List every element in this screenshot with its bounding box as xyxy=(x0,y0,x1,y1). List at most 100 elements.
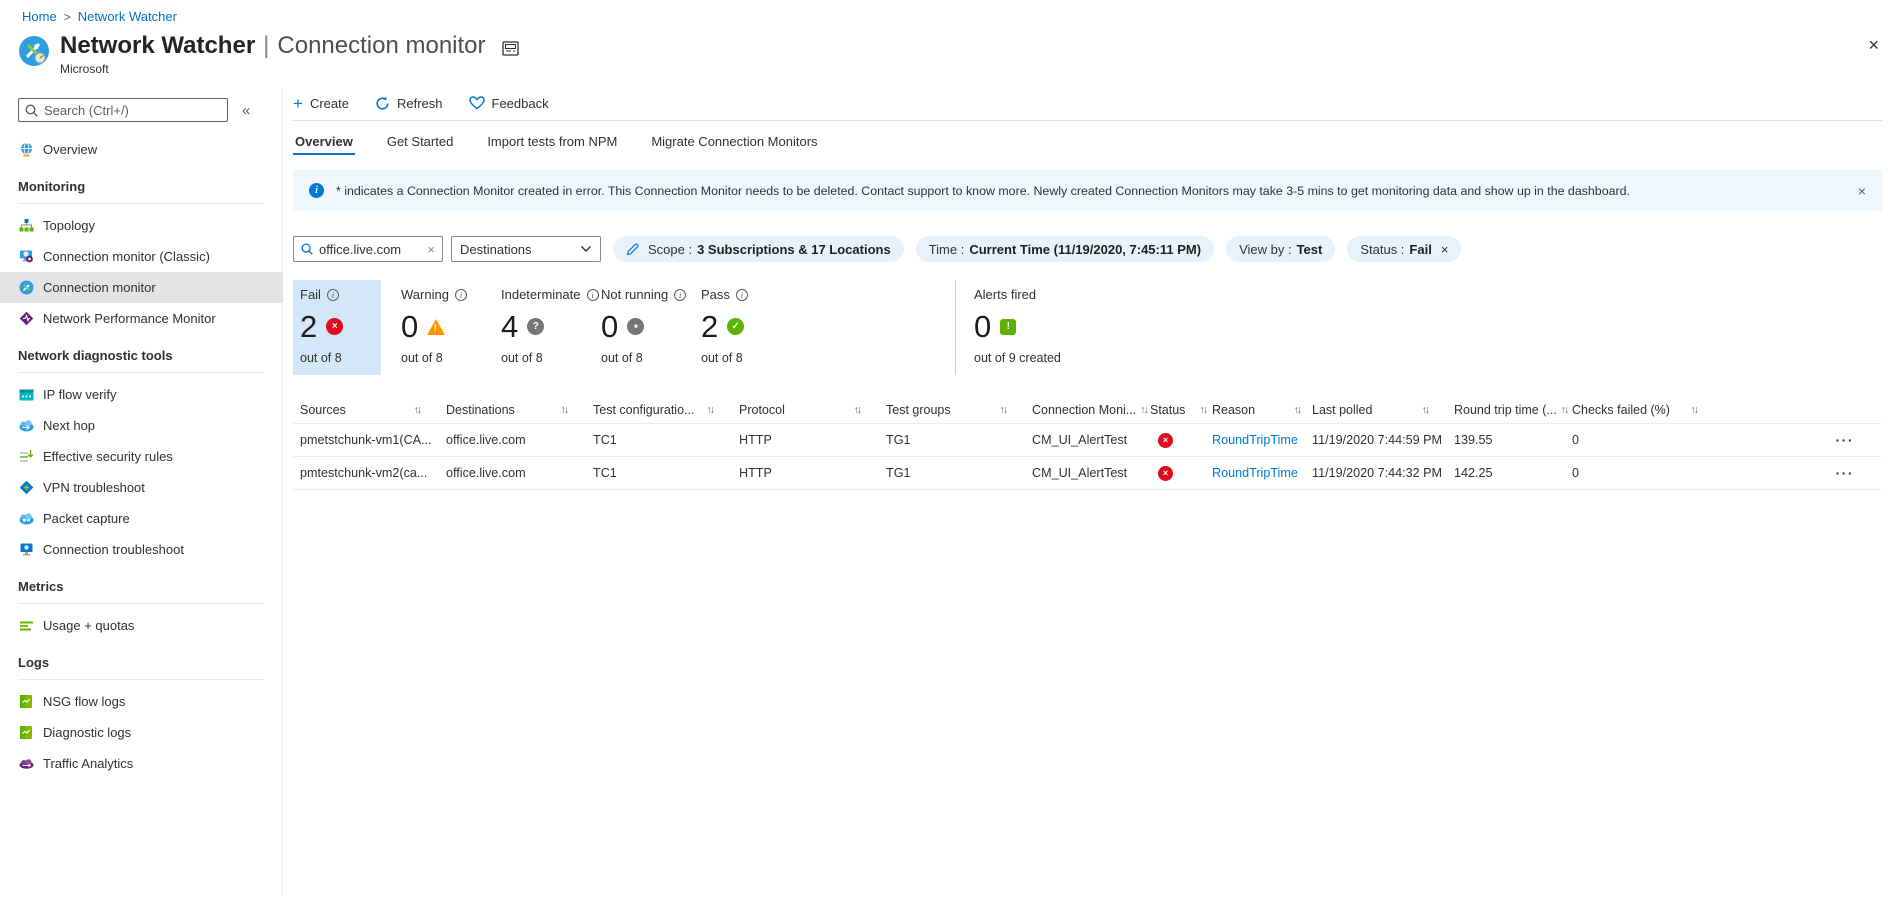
sidebar-item-traffic-analytics[interactable]: Traffic Analytics xyxy=(18,748,282,779)
refresh-button[interactable]: Refresh xyxy=(375,96,443,111)
connection-monitor-classic-icon xyxy=(18,249,34,265)
banner-close-icon[interactable]: × xyxy=(1846,183,1866,199)
column-header-last-polled[interactable]: Last polled ↑↓ xyxy=(1312,403,1454,417)
sidebar-item-network-performance-monitor[interactable]: Network Performance Monitor xyxy=(18,303,282,334)
sidebar-item-nsg-flow-logs[interactable]: NSG flow logs xyxy=(18,686,282,717)
reason-link[interactable]: RoundTripTime xyxy=(1212,466,1298,480)
close-icon[interactable]: × xyxy=(1868,36,1879,54)
warning-card-label: Warning xyxy=(401,287,449,302)
filter-search-box[interactable]: × xyxy=(293,236,443,262)
sidebar-item-next-hop[interactable]: Next hop xyxy=(18,410,282,441)
sort-icon[interactable]: ↑↓ xyxy=(414,404,422,416)
alerts-fired-icon: ! xyxy=(1000,318,1017,335)
fail-card[interactable]: Fail i 2 × out of 8 xyxy=(293,280,381,375)
sidebar-item-connection-troubleshoot[interactable]: Connection troubleshoot xyxy=(18,534,282,565)
row-menu-icon[interactable]: ··· xyxy=(1707,432,1882,448)
column-header-destinations[interactable]: Destinations ↑↓ xyxy=(446,403,593,417)
collapse-sidebar-icon[interactable]: « xyxy=(242,102,250,119)
print-icon[interactable] xyxy=(501,40,519,56)
sort-icon[interactable]: ↑↓ xyxy=(1294,404,1302,416)
cell-connection-monitor: CM_UI_AlertTest xyxy=(1032,433,1128,447)
column-header-status[interactable]: Status ↑↓ xyxy=(1150,403,1212,417)
sort-icon[interactable]: ↑↓ xyxy=(1000,404,1008,416)
breadcrumb: Home > Network Watcher xyxy=(0,0,1901,24)
sort-icon[interactable]: ↑↓ xyxy=(1200,404,1208,416)
table-row[interactable]: pmetstchunk-vm1(CA... office.live.com TC… xyxy=(293,424,1882,457)
sort-icon[interactable]: ↑↓ xyxy=(1691,404,1699,416)
traffic-analytics-icon xyxy=(18,756,34,772)
sidebar-item-usage-quotas[interactable]: Usage + quotas xyxy=(18,610,282,641)
reason-link[interactable]: RoundTripTime xyxy=(1212,433,1298,447)
sidebar-item-connection-monitor[interactable]: Connection monitor xyxy=(0,272,283,303)
search-icon xyxy=(25,103,38,117)
destinations-dropdown-value: Destinations xyxy=(460,241,532,257)
sidebar: « Overview Monitoring Topol xyxy=(0,86,283,896)
sort-icon[interactable]: ↑↓ xyxy=(1561,404,1569,416)
tab-overview[interactable]: Overview xyxy=(293,126,355,159)
feedback-button[interactable]: Feedback xyxy=(468,96,549,111)
indeterminate-card-subtext: out of 8 xyxy=(501,351,543,365)
info-icon[interactable]: i xyxy=(326,288,339,301)
info-icon[interactable]: i xyxy=(735,288,748,301)
sidebar-item-packet-capture[interactable]: Packet capture xyxy=(18,503,282,534)
filter-search-input[interactable] xyxy=(319,241,419,257)
status-filter-label: Status : xyxy=(1360,241,1405,257)
refresh-button-label: Refresh xyxy=(396,95,443,111)
time-filter-pill[interactable]: Time : Current Time (11/19/2020, 7:45:11… xyxy=(915,236,1215,262)
tab-migrate-connection-monitors[interactable]: Migrate Connection Monitors xyxy=(649,126,819,159)
connection-monitor-page: Home > Network Watcher Network Watcher | C… xyxy=(0,0,1901,908)
info-icon[interactable]: i xyxy=(674,288,687,301)
info-icon[interactable]: i xyxy=(454,288,467,301)
scope-filter-pill[interactable]: Scope : 3 Subscriptions & 17 Locations xyxy=(613,236,904,262)
not-running-count: 0 xyxy=(601,309,619,344)
sort-icon[interactable]: ↑↓ xyxy=(854,404,862,416)
cell-sources: pmtestchunk-vm2(ca... xyxy=(300,466,428,480)
clear-search-icon[interactable]: × xyxy=(427,242,435,257)
sidebar-item-topology[interactable]: Topology xyxy=(18,210,282,241)
cell-test-configuration: TC1 xyxy=(593,433,617,447)
not-running-card[interactable]: Not running i 0 ■ out of 8 xyxy=(594,280,694,375)
nsg-flow-logs-icon xyxy=(18,694,34,710)
view-by-filter-pill[interactable]: View by : Test xyxy=(1226,236,1336,262)
sidebar-search-input[interactable] xyxy=(44,102,214,118)
sidebar-item-vpn-troubleshoot[interactable]: VPN troubleshoot xyxy=(18,472,282,503)
column-header-round-trip-time[interactable]: Round trip time (... ↑↓ xyxy=(1454,403,1572,417)
ip-flow-verify-icon xyxy=(18,387,34,403)
column-header-protocol[interactable]: Protocol ↑↓ xyxy=(739,403,886,417)
cell-last-polled: 11/19/2020 7:44:59 PM xyxy=(1312,433,1443,447)
status-filter-remove-icon[interactable]: × xyxy=(1441,242,1449,257)
column-header-reason[interactable]: Reason ↑↓ xyxy=(1212,403,1312,417)
usage-quotas-icon xyxy=(18,618,34,634)
column-header-sources[interactable]: Sources ↑↓ xyxy=(293,403,446,417)
table-row[interactable]: pmtestchunk-vm2(ca... office.live.com TC… xyxy=(293,457,1882,490)
breadcrumb-current-link[interactable]: Network Watcher xyxy=(78,9,177,24)
sidebar-item-connection-monitor-classic[interactable]: Connection monitor (Classic) xyxy=(18,241,282,272)
sort-icon[interactable]: ↑↓ xyxy=(1140,404,1148,416)
create-button[interactable]: + Create xyxy=(293,95,349,112)
tab-get-started[interactable]: Get Started xyxy=(385,126,455,159)
sidebar-search-box[interactable] xyxy=(18,98,228,122)
tab-import-tests-from-npm[interactable]: Import tests from NPM xyxy=(485,126,619,159)
status-filter-pill[interactable]: Status : Fail × xyxy=(1347,236,1462,262)
row-menu-icon[interactable]: ··· xyxy=(1707,465,1882,481)
column-header-checks-failed[interactable]: Checks failed (%) ↑↓ xyxy=(1572,403,1707,417)
column-header-test-groups[interactable]: Test groups ↑↓ xyxy=(886,403,1032,417)
time-filter-label: Time : xyxy=(928,241,965,257)
warning-card-subtext: out of 8 xyxy=(401,351,443,365)
sort-icon[interactable]: ↑↓ xyxy=(1422,404,1430,416)
sidebar-item-effective-security-rules[interactable]: Effective security rules xyxy=(18,441,282,472)
alerts-fired-card[interactable]: Alerts fired 0! out of 9 created xyxy=(955,280,1061,375)
indeterminate-card[interactable]: Indeterminate i 4? out of 8 xyxy=(494,280,599,375)
sidebar-item-diagnostic-logs[interactable]: Diagnostic logs xyxy=(18,717,282,748)
breadcrumb-home-link[interactable]: Home xyxy=(22,9,57,24)
sidebar-item-ip-flow-verify[interactable]: IP flow verify xyxy=(18,379,282,410)
fail-status-icon: × xyxy=(326,318,344,335)
column-header-connection-monitor[interactable]: Connection Moni... ↑↓ xyxy=(1032,403,1150,417)
destinations-dropdown[interactable]: Destinations xyxy=(451,236,601,262)
column-header-test-configuration[interactable]: Test configuratio... ↑↓ xyxy=(593,403,739,417)
sidebar-item-overview[interactable]: Overview xyxy=(18,134,282,165)
pass-card[interactable]: Pass i 2 ✓ out of 8 xyxy=(694,280,794,375)
warning-card[interactable]: Warning i 0! out of 8 xyxy=(394,280,494,375)
sort-icon[interactable]: ↑↓ xyxy=(707,404,715,416)
sort-icon[interactable]: ↑↓ xyxy=(561,404,569,416)
